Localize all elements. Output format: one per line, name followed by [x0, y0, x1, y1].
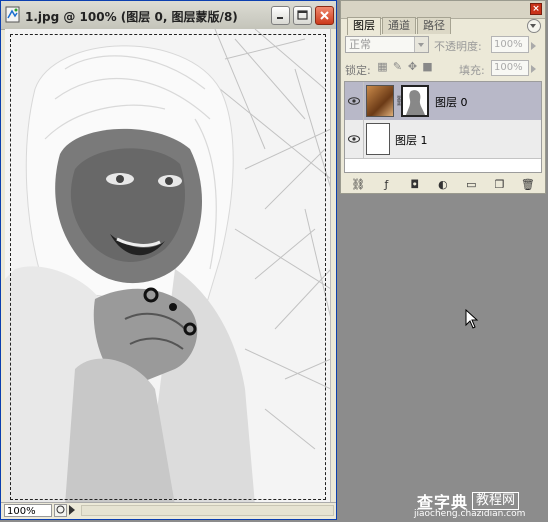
tab-channels[interactable]: 通道 [382, 17, 416, 34]
add-mask-icon[interactable]: ◘ [408, 178, 422, 191]
eye-icon [348, 135, 360, 143]
layer-thumbnail[interactable] [366, 123, 390, 155]
layer-mask-thumbnail[interactable] [401, 85, 429, 117]
document-titlebar[interactable]: 1.jpg @ 100% (图层 0, 图层蒙版/8) [1, 1, 336, 30]
opacity-input[interactable]: 100% [491, 36, 529, 53]
lock-transparency-icon[interactable]: ▦ [377, 61, 388, 72]
lock-move-icon[interactable]: ✥ [407, 61, 418, 72]
status-info-button[interactable] [54, 504, 67, 517]
status-menu-arrow-icon[interactable] [69, 505, 75, 515]
opacity-label: 不透明度: [434, 40, 482, 53]
trash-icon[interactable]: 🗑 [521, 178, 535, 191]
layer-style-icon[interactable]: ƒ [379, 178, 393, 191]
minimize-button[interactable] [271, 6, 290, 25]
tab-layers[interactable]: 图层 [347, 17, 381, 35]
palette-menu-button[interactable] [527, 19, 541, 33]
layer-visibility-toggle[interactable] [345, 120, 364, 158]
palette-close-button[interactable]: × [530, 3, 542, 15]
tab-paths[interactable]: 路径 [417, 17, 451, 34]
layers-list: ⛓ 图层 0 图层 1 [344, 81, 542, 173]
layers-palette: × 图层 通道 路径 正常 不透明度: 100% 锁定: ▦ ✎ ✥ ■ 填充:… [340, 0, 546, 194]
new-layer-icon[interactable]: ❐ [493, 178, 507, 191]
new-group-icon[interactable]: ▭ [464, 178, 478, 191]
zoom-level-field[interactable]: 100% [4, 504, 52, 517]
blend-mode-value: 正常 [349, 38, 371, 51]
mouse-cursor-icon [465, 309, 479, 329]
lock-brush-icon[interactable]: ✎ [392, 61, 403, 72]
link-layers-icon[interactable]: ⛓ [351, 178, 365, 191]
fill-slider-arrow-icon[interactable] [531, 65, 536, 73]
chevron-down-icon [414, 37, 428, 52]
mask-silhouette-icon [406, 90, 425, 115]
document-title: 1.jpg @ 100% (图层 0, 图层蒙版/8) [25, 10, 238, 24]
fill-label: 填充: [459, 64, 485, 77]
info-icon [56, 505, 65, 514]
vertical-scrollbar[interactable] [330, 29, 336, 505]
blend-mode-select[interactable]: 正常 [345, 36, 429, 53]
horizontal-scrollbar[interactable] [81, 505, 334, 516]
layer-row[interactable]: ⛓ 图层 0 [345, 82, 541, 121]
selection-marquee [10, 34, 326, 500]
palette-tabs: 图层 通道 路径 [347, 17, 452, 35]
layer-name: 图层 1 [395, 134, 428, 147]
maximize-button[interactable] [293, 6, 312, 25]
lock-all-icon[interactable]: ■ [422, 61, 433, 72]
layer-name: 图层 0 [435, 96, 468, 109]
status-bar: 100% [1, 502, 336, 519]
layer-row[interactable]: 图层 1 [345, 120, 541, 159]
layer-thumbnail[interactable] [366, 85, 394, 117]
document-window: 1.jpg @ 100% (图层 0, 图层蒙版/8) 100% [0, 0, 337, 520]
palette-footer: ⛓ ƒ ◘ ◐ ▭ ❐ 🗑 [344, 177, 542, 192]
adjustment-layer-icon[interactable]: ◐ [436, 178, 450, 191]
lock-label: 锁定: [345, 64, 371, 77]
lock-row: 锁定: ▦ ✎ ✥ ■ 填充: 100% [345, 59, 541, 77]
fill-input[interactable]: 100% [491, 60, 529, 76]
minimize-icon [277, 17, 283, 19]
watermark-url: jiaocheng.chazidian.com [414, 509, 526, 519]
maximize-icon [297, 10, 308, 20]
eye-icon [348, 97, 360, 105]
close-button[interactable] [315, 6, 334, 25]
blend-row: 正常 不透明度: 100% [345, 36, 541, 54]
photoshop-document-icon [5, 6, 20, 23]
watermark-boxed-text: 教程网 [472, 492, 520, 510]
image-canvas[interactable] [5, 29, 331, 505]
close-icon [320, 11, 329, 20]
layer-visibility-toggle[interactable] [345, 82, 364, 120]
opacity-slider-arrow-icon[interactable] [531, 42, 536, 50]
